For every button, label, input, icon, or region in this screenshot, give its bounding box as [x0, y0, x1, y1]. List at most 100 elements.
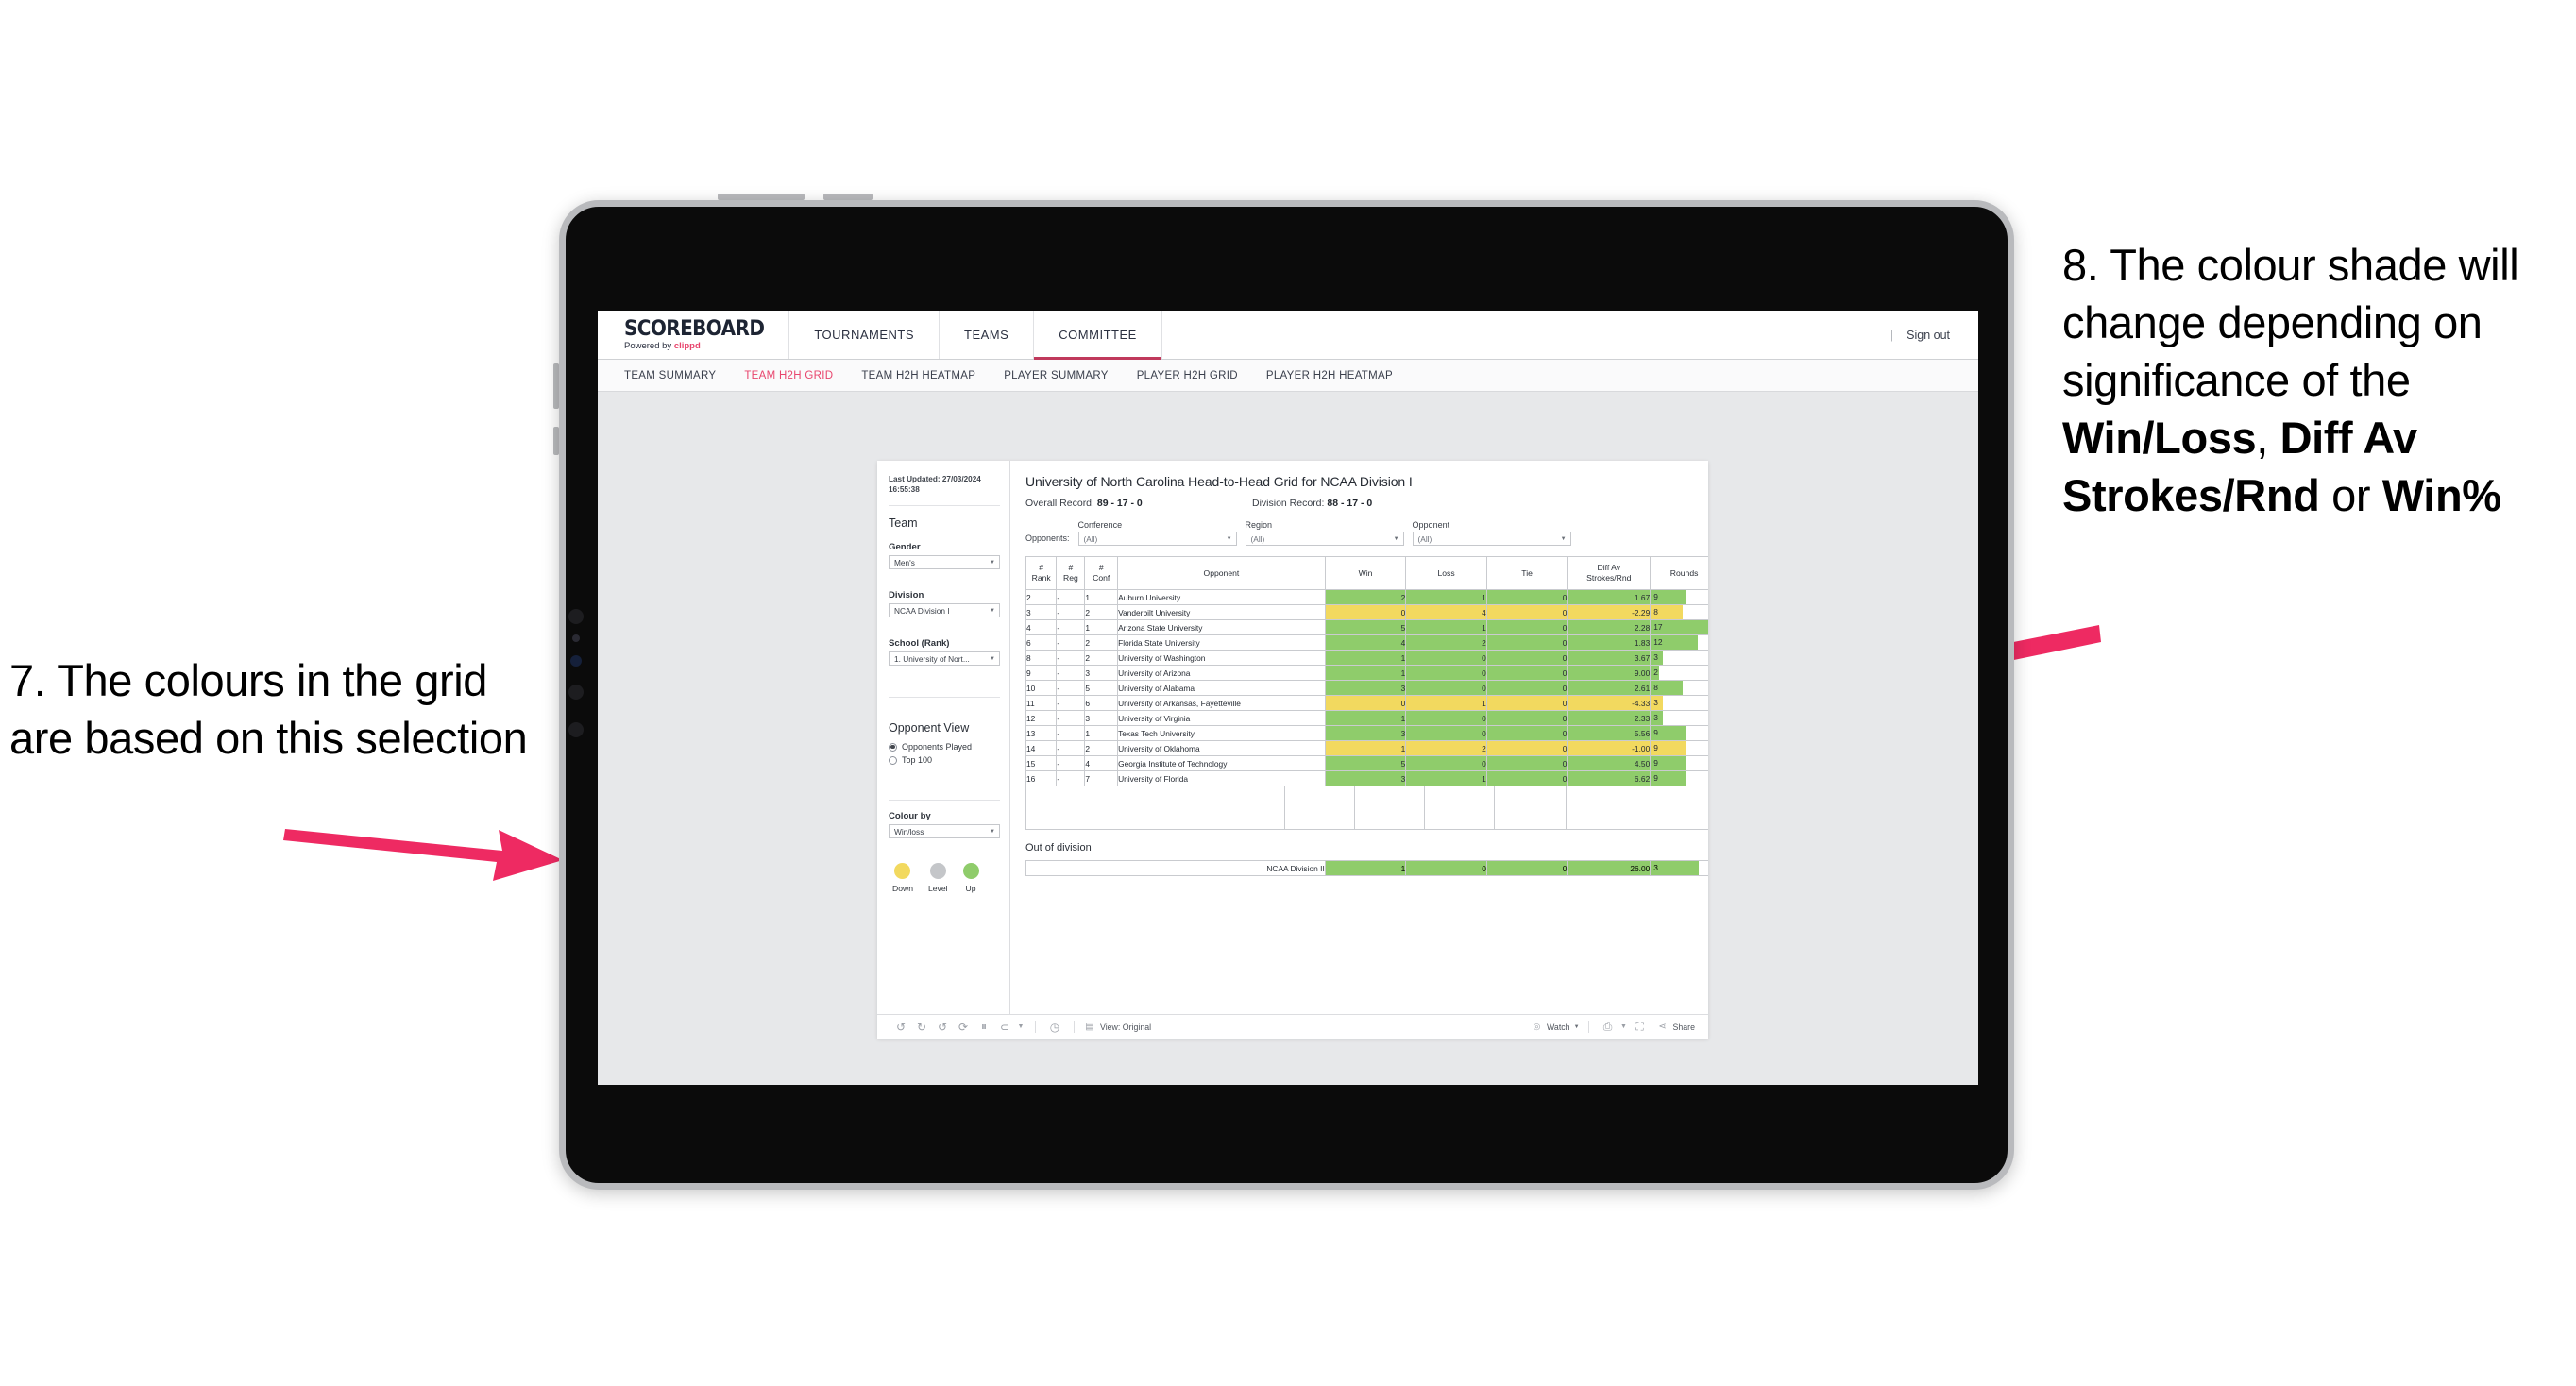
chevron-down-icon: ▼	[990, 655, 995, 662]
view-icon: ▤	[1085, 1022, 1094, 1032]
cell-loss: 4	[1405, 604, 1487, 620]
conference-filter-caption: Conference	[1077, 520, 1123, 530]
subnav-item-team-h2h-grid[interactable]: TEAM H2H GRID	[744, 370, 833, 381]
nav-item-teams[interactable]: TEAMS	[940, 311, 1035, 359]
brand-logo[interactable]: SCOREBOARD Powered by clippd	[598, 311, 790, 359]
conference-filter-select[interactable]: (All) ▼	[1077, 532, 1237, 546]
out-of-division-table: NCAA Division II 1 0 0 26.00 3	[1025, 860, 1708, 876]
cell-win: 3	[1324, 725, 1407, 741]
radio-opponents-played[interactable]: Opponents Played	[889, 742, 1009, 752]
pause-icon[interactable]: ⏸	[974, 1020, 994, 1034]
school-rank-select[interactable]: 1. University of Nort... ▼	[889, 651, 1000, 667]
nav-item-committee[interactable]: COMMITTEE	[1034, 311, 1162, 360]
cell-rounds: 9	[1650, 755, 1708, 771]
view-original-button[interactable]: ▤ View: Original	[1083, 1022, 1151, 1032]
table-row[interactable]: 12-3 University of Virginia 1 0 0 2.33 3	[1025, 710, 1708, 726]
cell-tie: 0	[1485, 680, 1568, 696]
cell-loss: 1	[1405, 589, 1487, 605]
table-row[interactable]: 15-4 Georgia Institute of Technology 5 0 0 4.…	[1025, 755, 1708, 771]
clock-icon[interactable]: ◷	[1044, 1021, 1065, 1034]
table-row[interactable]: 14-2 University of Oklahoma 1 2 0 -1.00 9	[1025, 740, 1708, 756]
cell-diff: 6.62	[1567, 770, 1652, 786]
table-row[interactable]: 16-7 University of Florida 3 1 0 6.62 9	[1025, 770, 1708, 786]
cell-conf: 1	[1084, 589, 1119, 605]
subnav-item-player-h2h-heatmap[interactable]: PLAYER H2H HEATMAP	[1266, 370, 1393, 381]
table-row[interactable]: 4-1 Arizona State University 5 1 0 2.28 17	[1025, 619, 1708, 635]
legend-item-down: Down	[892, 863, 913, 893]
cell-conf: 1	[1084, 619, 1119, 635]
cell-loss: 0	[1405, 860, 1487, 876]
filter-divider-2	[889, 697, 1000, 699]
chevron-down-icon[interactable]: ▼	[1015, 1023, 1026, 1030]
cell-rank: 8	[1025, 650, 1058, 666]
cell-opponent: Auburn University	[1117, 589, 1326, 605]
subnav-item-player-summary[interactable]: PLAYER SUMMARY	[1004, 370, 1109, 381]
cell-rounds: 17	[1650, 619, 1708, 635]
cell-loss: 1	[1405, 619, 1487, 635]
subnav-item-player-h2h-grid[interactable]: PLAYER H2H GRID	[1137, 370, 1238, 381]
cell-diff: 5.56	[1567, 725, 1652, 741]
fullscreen-icon[interactable]: ⛶	[1630, 1020, 1651, 1034]
filter-divider-3	[889, 800, 1000, 802]
filter-heading-opponent-view: Opponent View	[889, 721, 970, 735]
filter-panel: Last Updated: 27/03/2024 16:55:38 Team G…	[877, 461, 1010, 1014]
cell-reg: -	[1056, 665, 1086, 681]
cell-tie: 0	[1485, 755, 1568, 771]
col-rounds: Rounds	[1650, 556, 1708, 590]
sub-navigation-bar: TEAM SUMMARY TEAM H2H GRID TEAM H2H HEAT…	[598, 360, 1978, 392]
cell-opponent: University of Washington	[1117, 650, 1326, 666]
subnav-item-team-summary[interactable]: TEAM SUMMARY	[624, 370, 716, 381]
division-select-value: NCAA Division I	[894, 605, 950, 616]
signout-area: | Sign out	[1890, 311, 1978, 359]
device-sensor-2	[572, 634, 580, 642]
colour-by-select[interactable]: Win/loss ▼	[889, 824, 1000, 839]
division-record-label: Division Record:	[1252, 498, 1328, 509]
revert-icon[interactable]: ↺	[932, 1021, 953, 1034]
out-of-division-row[interactable]: NCAA Division II 1 0 0 26.00 3	[1025, 860, 1708, 876]
watch-button[interactable]: ◎ Watch ▼	[1531, 1022, 1580, 1032]
table-row[interactable]: 3-2 Vanderbilt University 0 4 0 -2.29 8	[1025, 604, 1708, 620]
download-icon[interactable]: ⎙	[1598, 1020, 1618, 1034]
viz-toolbar: ↺ ↻ ↺ ⟳ ⏸ ⊂ ▼ ◷ ▤ View: Original ◎ Watch…	[877, 1014, 1708, 1039]
cell-opponent: Texas Tech University	[1117, 725, 1326, 741]
table-row[interactable]: 10-5 University of Alabama 3 0 0 2.61 8	[1025, 680, 1708, 696]
cell-reg: -	[1056, 725, 1086, 741]
redo-icon[interactable]: ↻	[911, 1021, 932, 1034]
signout-link[interactable]: Sign out	[1907, 329, 1950, 342]
filter-divider-1	[889, 505, 1000, 507]
cell-rounds: 8	[1650, 680, 1708, 696]
legend-label-up: Up	[965, 884, 976, 894]
gender-select[interactable]: Men's ▼	[889, 555, 1000, 570]
division-select[interactable]: NCAA Division I ▼	[889, 603, 1000, 618]
device-sensor-1	[568, 609, 584, 624]
share-button[interactable]: ⋖ Share	[1656, 1022, 1695, 1032]
gender-select-value: Men's	[894, 557, 915, 567]
chevron-down-icon[interactable]: ▼	[1618, 1023, 1630, 1030]
table-row[interactable]: 13-1 Texas Tech University 3 0 0 5.56 9	[1025, 725, 1708, 741]
table-row[interactable]: 9-3 University of Arizona 1 0 0 9.00 2	[1025, 665, 1708, 681]
cell-rounds: 8	[1650, 604, 1708, 620]
nav-item-tournaments[interactable]: TOURNAMENTS	[789, 311, 940, 359]
region-filter-select[interactable]: (All) ▼	[1245, 532, 1404, 546]
radio-top-100[interactable]: Top 100	[889, 755, 1009, 765]
back-icon[interactable]: ⊂	[994, 1021, 1015, 1034]
undo-icon[interactable]: ↺	[890, 1021, 911, 1034]
brand-wordmark: SCOREBOARD	[624, 314, 765, 341]
overall-record-value: 89 - 17 - 0	[1096, 498, 1143, 509]
cell-diff: 2.33	[1567, 710, 1652, 726]
refresh-icon[interactable]: ⟳	[953, 1021, 974, 1034]
cell-opponent: University of Arizona	[1117, 665, 1326, 681]
division-record: Division Record: 88 - 17 - 0	[1252, 498, 1479, 509]
subnav-item-team-h2h-heatmap[interactable]: TEAM H2H HEATMAP	[861, 370, 975, 381]
filter-label-school: School (Rank)	[889, 638, 950, 650]
share-label: Share	[1672, 1022, 1695, 1032]
table-row[interactable]: 2-1 Auburn University 2 1 0 1.67 9	[1025, 589, 1708, 605]
cell-reg: -	[1056, 604, 1086, 620]
table-row[interactable]: 11-6 University of Arkansas, Fayetteville…	[1025, 695, 1708, 711]
opponent-filter-select[interactable]: (All) ▼	[1412, 532, 1571, 546]
table-row[interactable]: 6-2 Florida State University 4 2 0 1.83 12	[1025, 634, 1708, 651]
table-row[interactable]: 8-2 University of Washington 1 0 0 3.67 3	[1025, 650, 1708, 666]
col-reg: # Reg	[1056, 556, 1086, 590]
cell-win: 1	[1324, 740, 1407, 756]
chevron-down-icon: ▼	[990, 828, 995, 835]
